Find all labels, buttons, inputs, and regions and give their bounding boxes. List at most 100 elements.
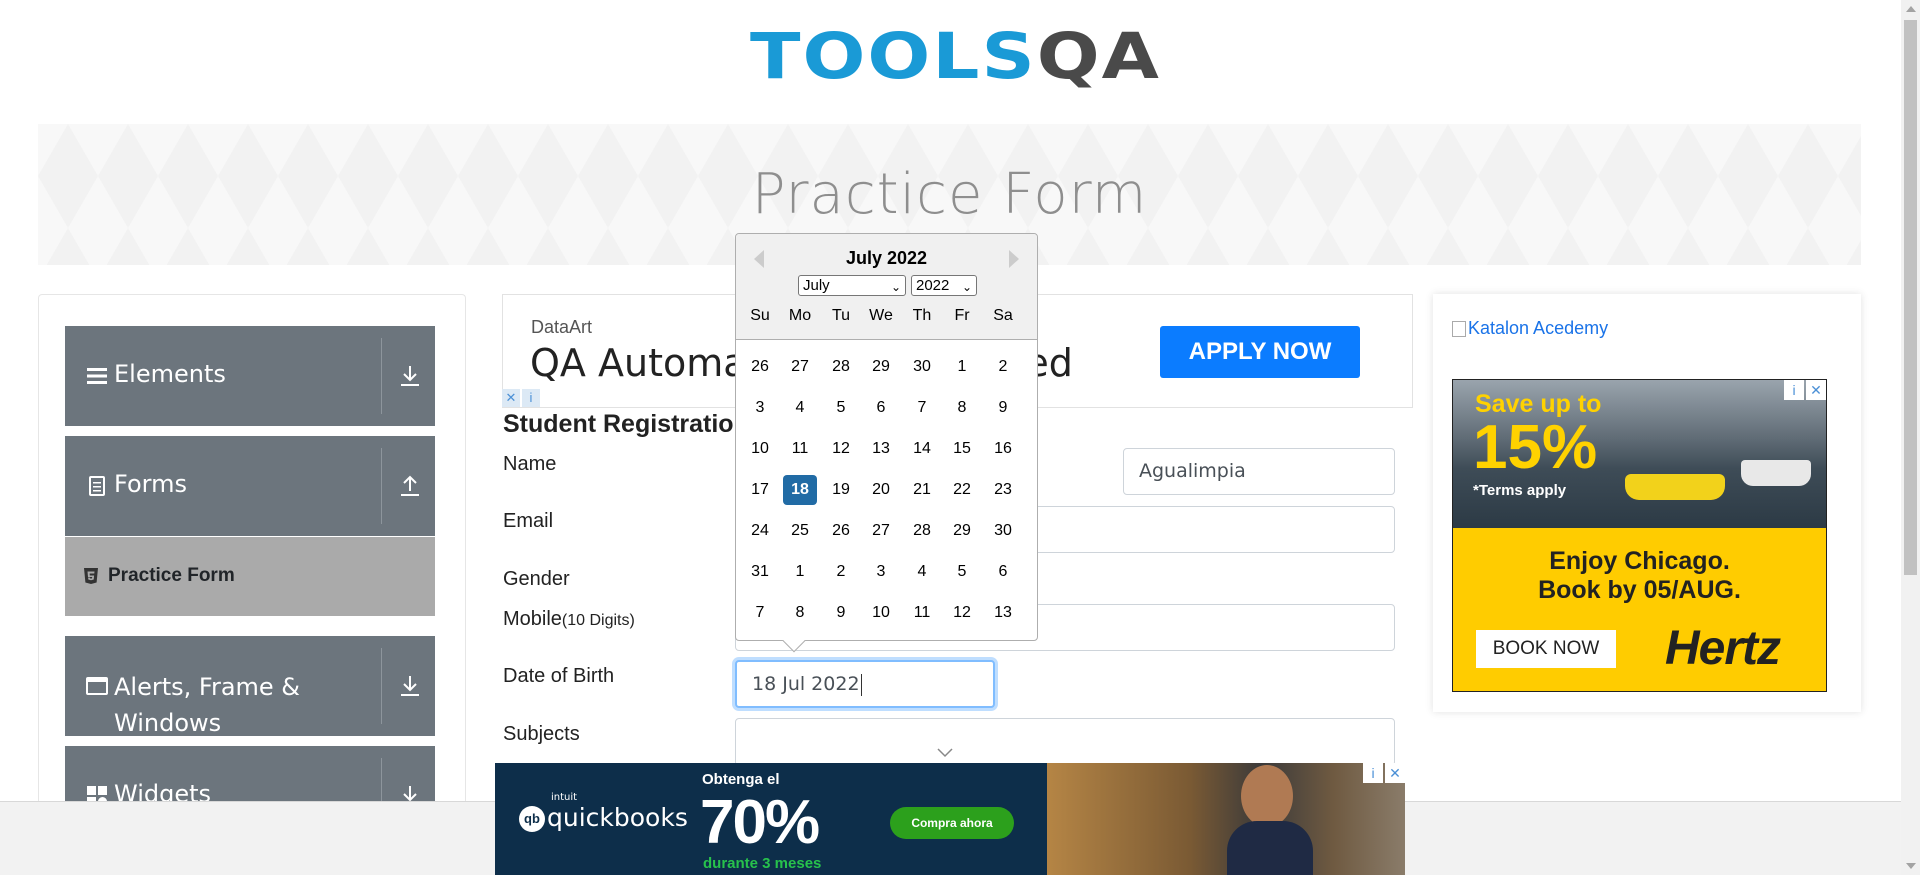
year-select[interactable]: 2022 ⌄: [911, 275, 977, 296]
close-icon[interactable]: ✕: [502, 389, 520, 407]
sidebar-group-widgets[interactable]: Widgets: [65, 746, 435, 802]
calendar-day[interactable]: 23: [986, 475, 1020, 505]
calendar-day[interactable]: 12: [824, 434, 858, 464]
close-icon[interactable]: ✕: [1385, 763, 1405, 783]
calendar-day[interactable]: 26: [824, 516, 858, 546]
compra-ahora-button[interactable]: Compra ahora: [890, 807, 1014, 839]
calendar-day[interactable]: 28: [905, 516, 939, 546]
katalon-broken-image[interactable]: Katalon Acedemy: [1452, 318, 1608, 339]
calendar-day[interactable]: 3: [743, 393, 777, 423]
scroll-down-arrow-icon[interactable]: [1906, 863, 1916, 869]
calendar-day[interactable]: 15: [945, 434, 979, 464]
calendar-day[interactable]: 21: [905, 475, 939, 505]
calendar-day[interactable]: 1: [783, 557, 817, 587]
calendar-day-selected[interactable]: 18: [783, 475, 817, 505]
hertz-ad[interactable]: Save up to 15% *Terms apply Enjoy Chicag…: [1452, 379, 1827, 692]
calendar-day[interactable]: 16: [986, 434, 1020, 464]
calendar-day[interactable]: 1: [945, 352, 979, 382]
calendar-day[interactable]: 12: [945, 598, 979, 628]
calendar-day[interactable]: 6: [986, 557, 1020, 587]
apply-now-button[interactable]: APPLY NOW: [1160, 326, 1360, 378]
calendar-day[interactable]: 10: [743, 434, 777, 464]
intuit-text: intuit: [551, 792, 578, 803]
calendar-day[interactable]: 3: [864, 557, 898, 587]
sidebar-group-alerts[interactable]: Alerts, Frame & Windows: [65, 636, 435, 737]
info-icon[interactable]: i: [1784, 380, 1804, 400]
calendar-day[interactable]: 10: [864, 598, 898, 628]
calendar-day[interactable]: 11: [783, 434, 817, 464]
calendar-day[interactable]: 8: [783, 598, 817, 628]
calendar-day[interactable]: 24: [743, 516, 777, 546]
broken-image-icon: [1452, 321, 1466, 338]
download-icon[interactable]: [399, 674, 421, 698]
upload-icon[interactable]: [399, 474, 421, 498]
calendar-day[interactable]: 5: [824, 393, 858, 423]
download-icon[interactable]: [399, 364, 421, 388]
calendar-day[interactable]: 27: [783, 352, 817, 382]
group-header[interactable]: Elements: [65, 326, 435, 426]
calendar-day[interactable]: 29: [945, 516, 979, 546]
adchoices[interactable]: ✕ i: [502, 389, 542, 407]
group-header[interactable]: Forms: [65, 436, 435, 536]
month-select[interactable]: July ⌄: [798, 275, 906, 296]
subjects-input[interactable]: [735, 718, 1395, 766]
calendar-day[interactable]: 17: [743, 475, 777, 505]
calendar-day[interactable]: 6: [864, 393, 898, 423]
scroll-thumb[interactable]: [1904, 20, 1917, 575]
mobile-label-text: Mobile: [503, 608, 562, 630]
calendar-day[interactable]: 20: [864, 475, 898, 505]
scroll-up-arrow-icon[interactable]: [1906, 6, 1916, 12]
calendar-day[interactable]: 31: [743, 557, 777, 587]
book-now-button[interactable]: BOOK NOW: [1476, 630, 1616, 668]
calendar-day[interactable]: 30: [905, 352, 939, 382]
group-label: Forms: [114, 470, 187, 498]
page-scrollbar[interactable]: [1901, 0, 1920, 875]
sidebar-group-forms[interactable]: Forms: [65, 436, 435, 536]
ad-durante: durante 3 meses: [703, 855, 822, 872]
dob-value: 18 Jul 2022: [752, 673, 860, 695]
calendar-day[interactable]: 30: [986, 516, 1020, 546]
subjects-label: Subjects: [503, 723, 580, 745]
sidebar-group-elements[interactable]: Elements: [65, 326, 435, 426]
broken-image-alt[interactable]: Katalon Acedemy: [1468, 318, 1608, 338]
calendar-day[interactable]: 4: [905, 557, 939, 587]
info-icon[interactable]: i: [522, 389, 540, 407]
calendar-day[interactable]: 25: [783, 516, 817, 546]
month-select-value: July: [803, 277, 830, 294]
calendar-day[interactable]: 8: [945, 393, 979, 423]
toolsqa-logo[interactable]: TOOLSQA: [750, 18, 1159, 118]
date-picker-popup[interactable]: July 2022 July ⌄ 2022 ⌄ Su Mo Tu We Th Fr Sa 26 2…: [735, 233, 1038, 653]
adchoices[interactable]: i ✕: [1784, 380, 1826, 400]
chevron-down-icon[interactable]: [937, 748, 953, 758]
calendar-day[interactable]: 7: [743, 598, 777, 628]
download-icon[interactable]: [399, 784, 421, 802]
next-month-button[interactable]: [1009, 250, 1019, 268]
sidebar-item-practice-form[interactable]: Practice Form: [65, 537, 435, 616]
group-header[interactable]: Alerts, Frame & Windows: [65, 636, 435, 737]
adchoices[interactable]: i ✕: [1363, 763, 1405, 783]
last-name-input[interactable]: Agualimpia: [1123, 448, 1395, 495]
group-header[interactable]: Widgets: [65, 746, 435, 802]
ad-percent: 15%: [1473, 413, 1598, 482]
info-icon[interactable]: i: [1363, 763, 1383, 783]
calendar-day[interactable]: 13: [864, 434, 898, 464]
calendar-day[interactable]: 28: [824, 352, 858, 382]
calendar-day[interactable]: 5: [945, 557, 979, 587]
calendar-day[interactable]: 4: [783, 393, 817, 423]
calendar-day[interactable]: 22: [945, 475, 979, 505]
date-of-birth-input[interactable]: 18 Jul 2022: [735, 660, 995, 708]
calendar-day[interactable]: 7: [905, 393, 939, 423]
calendar-day[interactable]: 26: [743, 352, 777, 382]
calendar-day[interactable]: 13: [986, 598, 1020, 628]
calendar-day[interactable]: 9: [824, 598, 858, 628]
close-icon[interactable]: ✕: [1806, 380, 1826, 400]
calendar-day[interactable]: 2: [986, 352, 1020, 382]
calendar-day[interactable]: 27: [864, 516, 898, 546]
calendar-day[interactable]: 19: [824, 475, 858, 505]
calendar-day[interactable]: 11: [905, 598, 939, 628]
quickbooks-ad[interactable]: qb intuit quickbooks Obtenga el 70% duran…: [495, 763, 1405, 875]
calendar-day[interactable]: 29: [864, 352, 898, 382]
calendar-day[interactable]: 9: [986, 393, 1020, 423]
calendar-day[interactable]: 14: [905, 434, 939, 464]
calendar-day[interactable]: 2: [824, 557, 858, 587]
